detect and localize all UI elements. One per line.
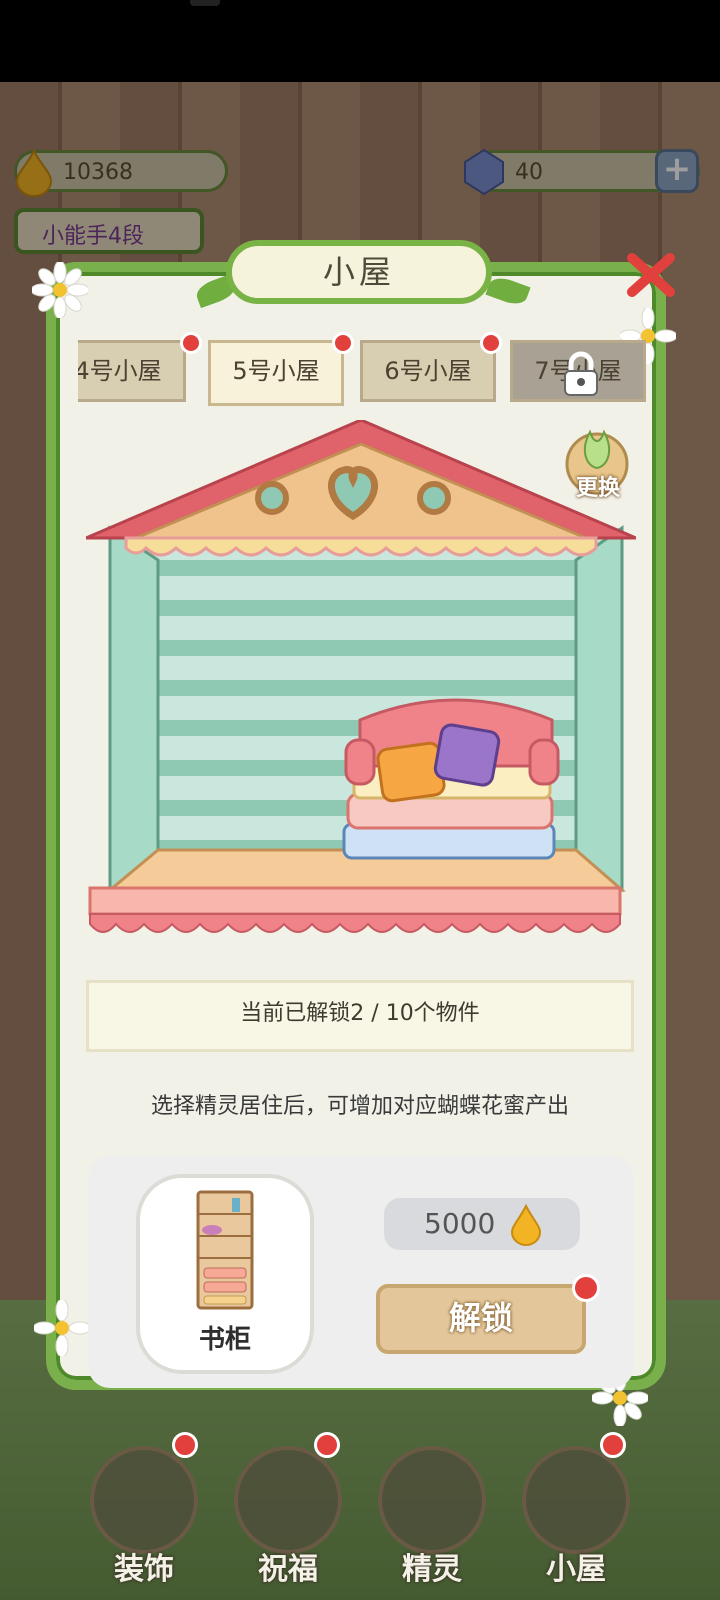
nav-badge-dot bbox=[600, 1432, 626, 1458]
nav-blessing[interactable]: 祝福 bbox=[230, 1446, 346, 1587]
tab-label: 6号小屋 bbox=[384, 357, 472, 385]
tab-label: 4号小屋 bbox=[78, 357, 162, 385]
tab-house-4[interactable]: 4号小屋 bbox=[78, 340, 186, 402]
nav-badge-dot bbox=[172, 1432, 198, 1458]
tab-badge-dot bbox=[180, 332, 202, 354]
plant-icon bbox=[90, 1446, 198, 1554]
daisy-decoration-icon bbox=[34, 1300, 90, 1356]
hint-text: 选择精灵居住后，可增加对应蝴蝶花蜜产出 bbox=[150, 1094, 569, 1119]
price-amount: 5000 bbox=[424, 1207, 496, 1240]
unlock-progress-banner: 当前已解锁2 / 10个物件 bbox=[86, 980, 634, 1052]
item-price: 5000 bbox=[384, 1198, 580, 1250]
close-icon[interactable] bbox=[624, 248, 678, 302]
modal-title: 小屋 bbox=[226, 240, 492, 304]
item-name: 书柜 bbox=[198, 1325, 251, 1355]
house-illustration bbox=[86, 420, 636, 933]
nav-label: 小屋 bbox=[546, 1552, 606, 1587]
tab-badge-dot bbox=[332, 332, 354, 354]
nav-badge-dot bbox=[314, 1432, 340, 1458]
honey-drop-icon bbox=[510, 1204, 542, 1246]
bookcase-icon bbox=[196, 1190, 254, 1310]
tab-house-6[interactable]: 6号小屋 bbox=[360, 340, 496, 402]
nav-label: 精灵 bbox=[402, 1552, 462, 1587]
house-tabs: 4号小屋 5号小屋 6号小屋 7号小屋 bbox=[78, 340, 648, 408]
butterfly-icon bbox=[234, 1446, 342, 1554]
nav-decorate[interactable]: 装饰 bbox=[86, 1446, 202, 1587]
tab-house-7-locked[interactable]: 7号小屋 bbox=[510, 340, 646, 402]
nav-fairy[interactable]: 精灵 bbox=[374, 1446, 490, 1587]
unlock-badge-dot bbox=[572, 1274, 600, 1302]
status-indicator bbox=[190, 0, 220, 6]
nav-label: 装饰 bbox=[114, 1552, 174, 1587]
unlock-button[interactable]: 解锁 bbox=[376, 1284, 586, 1354]
bottom-nav: 装饰 祝福 精灵 小屋 bbox=[0, 1430, 720, 1600]
tab-label: 5号小屋 bbox=[232, 357, 320, 385]
nav-label: 祝福 bbox=[258, 1552, 318, 1587]
daisy-decoration-icon bbox=[32, 262, 88, 318]
tab-badge-dot bbox=[480, 332, 502, 354]
fairy-avatar-icon bbox=[378, 1446, 486, 1554]
tab-house-5[interactable]: 5号小屋 bbox=[208, 340, 344, 406]
item-card-bookcase[interactable]: 书柜 bbox=[136, 1174, 314, 1374]
house-icon bbox=[522, 1446, 630, 1554]
status-bar bbox=[0, 0, 720, 82]
nav-house[interactable]: 小屋 bbox=[518, 1446, 634, 1587]
lock-icon bbox=[564, 351, 598, 396]
